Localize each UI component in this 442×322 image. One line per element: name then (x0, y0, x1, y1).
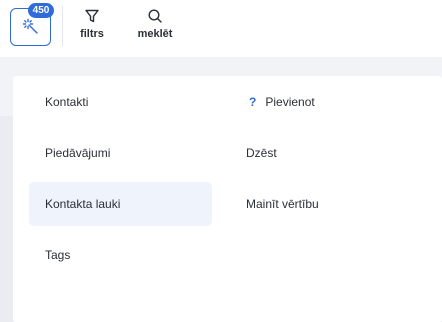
search-label: meklēt (137, 28, 173, 40)
menu-item-label: Kontakti (45, 95, 89, 109)
filter-label: filtrs (80, 28, 104, 40)
menu-item-kontakta-lauki[interactable]: Kontakta lauki (29, 182, 212, 226)
toolbar: 450 filtrs meklēt (0, 0, 442, 57)
menu-item-piedavajumi[interactable]: Piedāvājumi (29, 131, 212, 175)
menu-item-label: Mainīt vērtību (246, 197, 319, 211)
menu-item-dzest[interactable]: Dzēst (246, 131, 429, 175)
actions-menu: Kontakti Piedāvājumi Kontakta lauki Tags… (13, 76, 442, 322)
menu-item-mainit-vertibu[interactable]: Mainīt vērtību (246, 182, 429, 226)
menu-item-label: Piedāvājumi (45, 146, 111, 160)
menu-item-tags[interactable]: Tags (29, 233, 212, 277)
question-icon: ? (249, 95, 257, 109)
search-button[interactable]: meklēt (136, 8, 174, 40)
toolbar-divider (62, 6, 63, 46)
filter-icon (85, 9, 99, 23)
count-badge: 450 (28, 3, 54, 18)
menu-item-pievienot[interactable]: ? Pievienot (246, 80, 429, 124)
background-panel (0, 116, 13, 322)
menu-item-label: Pievienot (265, 95, 315, 109)
menu-item-label: Dzēst (246, 146, 277, 160)
filter-button[interactable]: filtrs (78, 8, 106, 40)
menu-item-label: Tags (45, 248, 71, 262)
magic-wand-icon (22, 18, 38, 34)
menu-item-label: Kontakta lauki (45, 197, 121, 211)
search-icon (148, 9, 162, 23)
menu-item-kontakti[interactable]: Kontakti (29, 80, 212, 124)
